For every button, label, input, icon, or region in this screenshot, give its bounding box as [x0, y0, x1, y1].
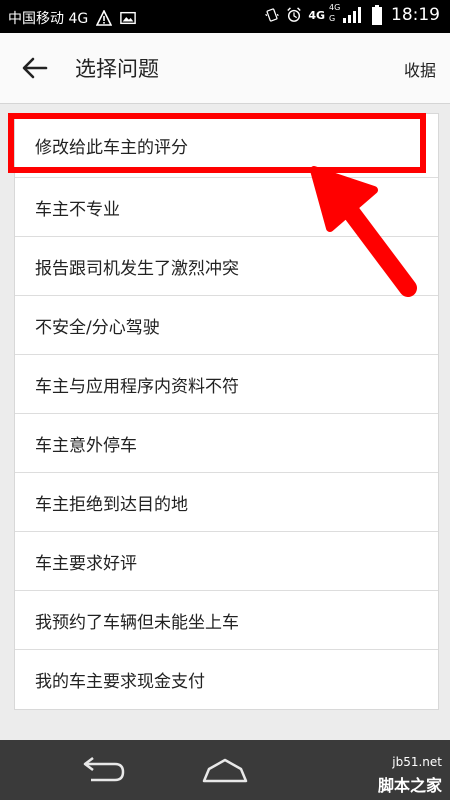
list-item-label: 车主要求好评 — [35, 553, 137, 574]
watermark-brand: 脚本之家 — [377, 776, 442, 795]
back-button[interactable] — [18, 51, 52, 85]
signal-4g-icon: 4G — [308, 8, 325, 22]
list-item-label: 不安全/分心驾驶 — [35, 317, 160, 338]
list-item-unprofessional[interactable]: 车主不专业 — [15, 178, 438, 237]
issue-list: 修改给此车主的评分 车主不专业 报告跟司机发生了激烈冲突 不安全/分心驾驶 车主… — [14, 113, 439, 710]
list-item-label: 报告跟司机发生了激烈冲突 — [35, 258, 239, 279]
collapse-button[interactable]: 收据 — [404, 57, 436, 81]
list-item-label: 车主与应用程序内资料不符 — [35, 376, 239, 397]
list-item-label: 车主拒绝到达目的地 — [35, 494, 188, 515]
nav-home-icon — [202, 758, 248, 783]
vibrate-icon — [264, 7, 280, 23]
nav-back-button[interactable] — [76, 754, 126, 786]
battery-icon — [369, 5, 385, 25]
list-item-profile-mismatch[interactable]: 车主与应用程序内资料不符 — [15, 355, 438, 414]
nav-back-icon — [83, 757, 125, 782]
signal-net-label: 4G — [329, 3, 341, 12]
list-item-asked-good-rating[interactable]: 车主要求好评 — [15, 532, 438, 591]
signal-icon: 4G G — [329, 3, 363, 23]
status-time: 18:19 — [391, 5, 440, 25]
nav-home-button[interactable] — [200, 754, 250, 786]
arrow-left-icon — [22, 57, 48, 79]
list-item-refused-destination[interactable]: 车主拒绝到达目的地 — [15, 473, 438, 532]
carrier-label: 中国移动 4G — [8, 11, 89, 27]
image-icon — [120, 10, 137, 26]
app-bar: 选择问题 收据 — [0, 33, 450, 104]
list-item-label: 车主意外停车 — [35, 435, 137, 456]
alarm-icon — [286, 7, 302, 23]
status-bar: 中国移动 4G 4G 4G G 18:19 — [0, 0, 450, 33]
list-item-label: 我的车主要求现金支付 — [35, 672, 205, 692]
status-right: 4G 4G G 18:19 — [264, 3, 440, 25]
signal-g-label: G — [329, 14, 336, 23]
list-item-unsafe-driving[interactable]: 不安全/分心驾驶 — [15, 296, 438, 355]
list-item-unexpected-stop[interactable]: 车主意外停车 — [15, 414, 438, 473]
list-item-label: 修改给此车主的评分 — [35, 138, 188, 158]
list-item-label: 我预约了车辆但未能坐上车 — [35, 612, 239, 633]
list-item-label: 车主不专业 — [35, 199, 120, 220]
status-left: 中国移动 4G — [8, 8, 137, 28]
warning-icon — [96, 10, 113, 26]
list-item-change-rating[interactable]: 修改给此车主的评分 — [15, 114, 438, 178]
list-item-conflict[interactable]: 报告跟司机发生了激烈冲突 — [15, 237, 438, 296]
list-item-missed-ride[interactable]: 我预约了车辆但未能坐上车 — [15, 591, 438, 650]
list-item-cash-payment[interactable]: 我的车主要求现金支付 — [15, 650, 438, 709]
page-title: 选择问题 — [75, 57, 159, 81]
watermark-site: jb51.net — [392, 755, 442, 769]
